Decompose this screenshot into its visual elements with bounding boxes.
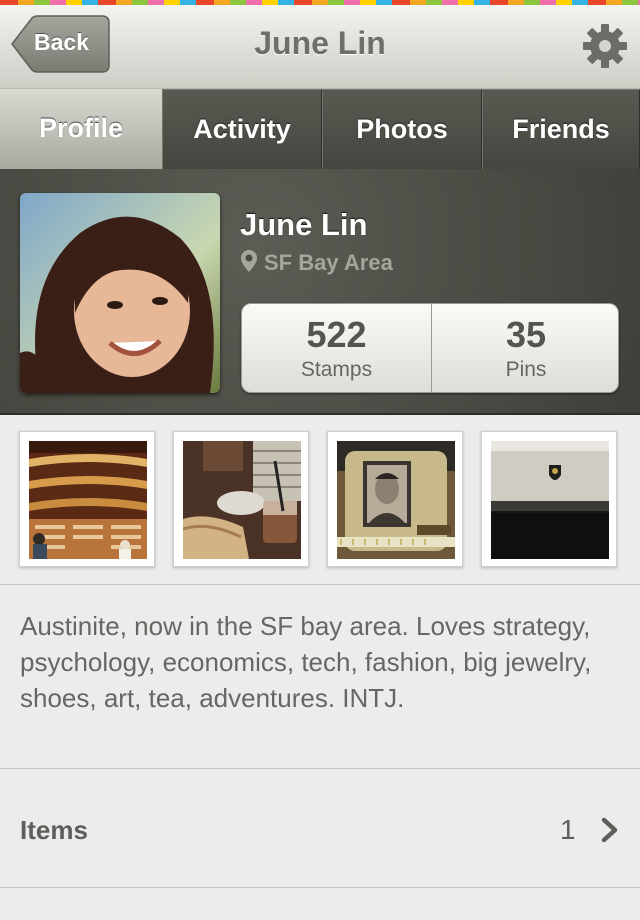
photo-thumbnail-hallway[interactable]	[481, 431, 617, 567]
page-title: June Lin	[254, 25, 386, 61]
items-count: 1	[560, 814, 576, 845]
profile-header: June Lin SF Bay Area 522 Stamps 35 Pins	[0, 169, 640, 415]
tab-activity[interactable]: Activity	[162, 89, 322, 169]
pins-count: 35	[505, 314, 547, 355]
photo-thumbnail-cafe[interactable]	[173, 431, 309, 567]
stats-panel: 522 Stamps 35 Pins	[241, 303, 619, 393]
items-label: Items	[20, 815, 88, 845]
gear-icon[interactable]	[581, 22, 629, 70]
photo-thumbnail-theater[interactable]	[19, 431, 155, 567]
profile-name: June Lin	[240, 207, 368, 242]
stamps-count: 522	[306, 314, 367, 355]
stamps-label: Stamps	[300, 358, 373, 381]
bio-section: Austinite, now in the SF bay area. Loves…	[0, 586, 640, 769]
chevron-right-icon	[600, 817, 620, 848]
location-text: SF Bay Area	[264, 249, 393, 275]
tab-profile[interactable]: Profile	[0, 89, 162, 169]
tab-bar: Profile Activity Photos Friends	[0, 89, 640, 169]
tab-friends[interactable]: Friends	[482, 89, 640, 169]
profile-screen: Back June Lin Profile Activity Photos Fr…	[0, 0, 640, 920]
photo-thumbnail-plaque[interactable]	[327, 431, 463, 567]
stamps-stat[interactable]: 522 Stamps	[242, 304, 431, 392]
navigation-bar: Back June Lin	[0, 5, 640, 89]
tab-photos[interactable]: Photos	[322, 89, 482, 169]
items-row[interactable]: Items 1	[0, 770, 640, 888]
bio-text: Austinite, now in the SF bay area. Loves…	[20, 611, 592, 713]
pins-stat[interactable]: 35 Pins	[431, 304, 620, 392]
map-pin-icon	[240, 249, 258, 279]
pins-label: Pins	[505, 358, 547, 381]
avatar[interactable]	[20, 193, 220, 393]
profile-location: SF Bay Area	[240, 249, 393, 279]
photo-strip	[0, 415, 640, 585]
